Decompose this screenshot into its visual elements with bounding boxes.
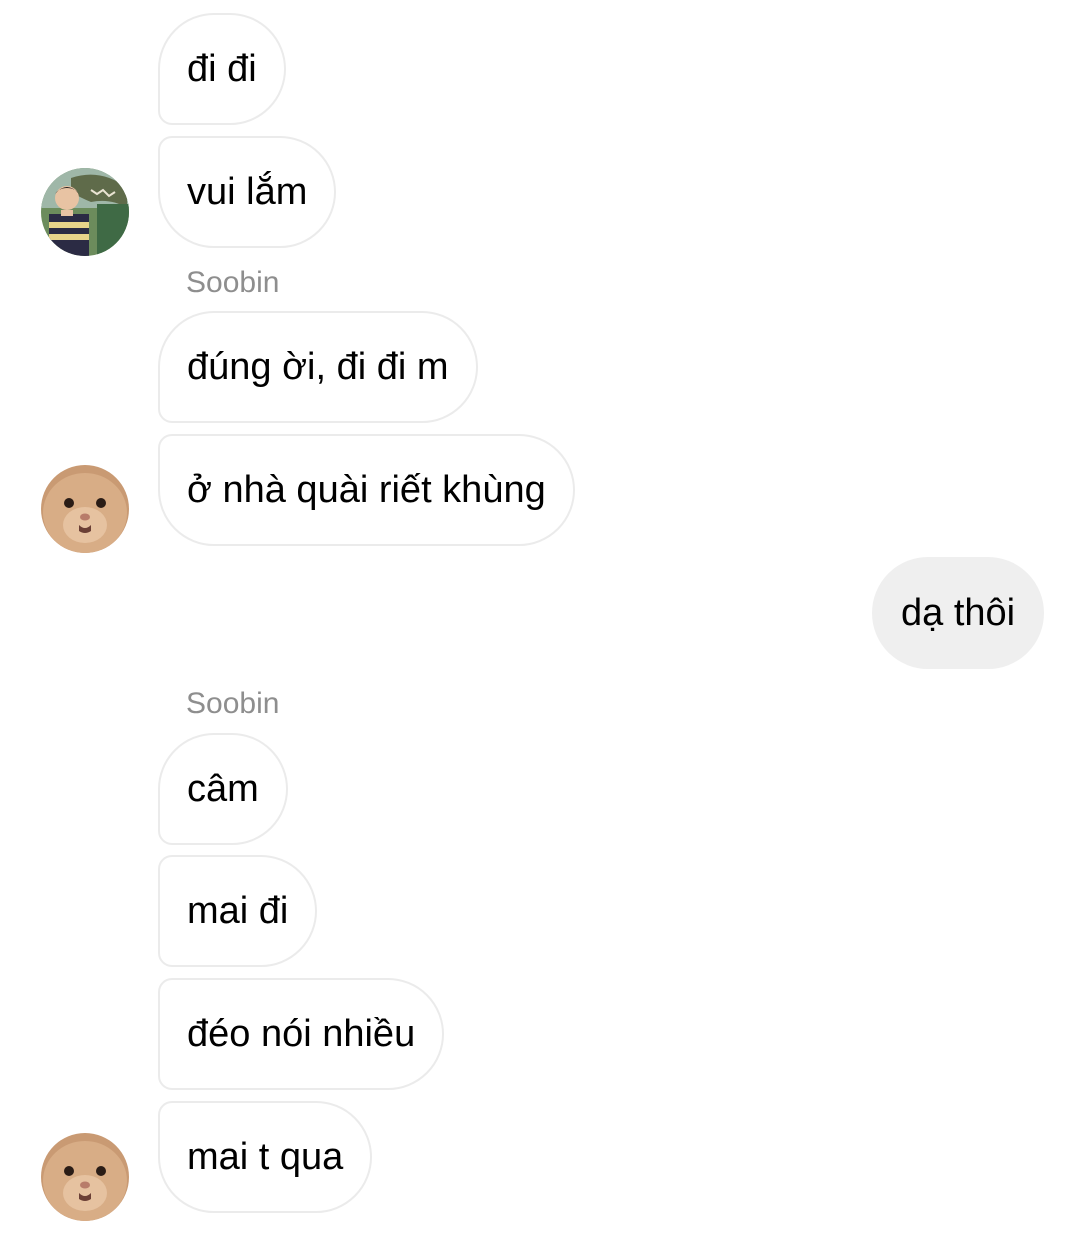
message-text: dạ thôi xyxy=(901,592,1016,634)
message-bubble-incoming[interactable]: đúng ời, đi đi m xyxy=(158,311,478,423)
sender-avatar[interactable] xyxy=(41,465,129,553)
message-text: đéo nói nhiều xyxy=(187,1013,416,1055)
sender-name-label: Soobin xyxy=(186,266,280,299)
message-bubble-outgoing[interactable]: dạ thôi xyxy=(872,557,1045,669)
message-text: ở nhà quài riết khùng xyxy=(187,469,546,511)
message-text: mai đi xyxy=(187,890,289,932)
message-bubble-incoming[interactable]: đi đi xyxy=(158,13,286,125)
message-text: đúng ời, đi đi m xyxy=(187,346,449,388)
message-bubble-incoming[interactable]: đéo nói nhiều xyxy=(158,978,445,1090)
hamster-avatar-icon xyxy=(41,465,129,553)
message-bubble-incoming[interactable]: mai t qua xyxy=(158,1101,373,1213)
message-bubble-incoming[interactable]: câm xyxy=(158,733,288,845)
hamster-avatar-icon xyxy=(41,1133,129,1221)
message-text: đi đi xyxy=(187,48,257,90)
sender-name-label: Soobin xyxy=(186,687,280,720)
message-bubble-incoming[interactable]: vui lắm xyxy=(158,136,337,248)
message-text: vui lắm xyxy=(187,171,308,213)
message-text: câm xyxy=(187,768,259,810)
boy-with-dinosaur-avatar-icon xyxy=(41,168,129,256)
sender-avatar[interactable] xyxy=(41,168,129,256)
sender-avatar[interactable] xyxy=(41,1133,129,1221)
message-bubble-incoming[interactable]: mai đi xyxy=(158,855,318,967)
message-text: mai t qua xyxy=(187,1136,344,1178)
message-bubble-incoming[interactable]: ở nhà quài riết khùng xyxy=(158,434,575,546)
